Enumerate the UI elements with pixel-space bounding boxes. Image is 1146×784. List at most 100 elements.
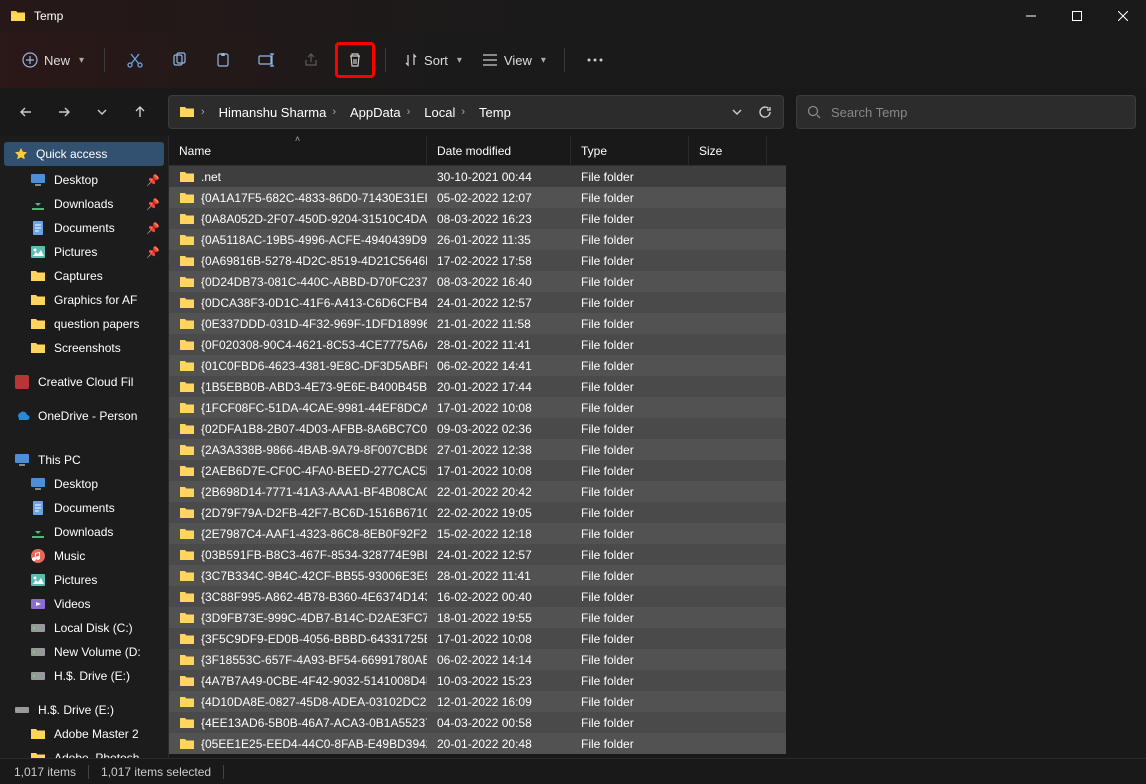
breadcrumb-item[interactable]: Himanshu Sharma› (213, 96, 344, 128)
sidebar-item[interactable]: OneDrive - Person (0, 404, 168, 428)
disk-icon (30, 644, 46, 660)
sidebar-item[interactable]: Videos (0, 592, 168, 616)
sidebar-item[interactable]: Documents (0, 496, 168, 520)
breadcrumb-item[interactable]: AppData› (344, 96, 418, 128)
column-date[interactable]: Date modified (427, 136, 571, 165)
table-row[interactable]: {2AEB6D7E-CF0C-4FA0-BEED-277CAC5E3... 17… (169, 460, 786, 481)
breadcrumb-item[interactable]: Temp (473, 96, 517, 128)
sidebar-item[interactable]: Creative Cloud Fil (0, 370, 168, 394)
table-row[interactable]: {3F18553C-657F-4A93-BF54-66991780AE6... … (169, 649, 786, 670)
chevron-down-icon: ▾ (541, 55, 546, 66)
share-button[interactable] (291, 42, 331, 78)
address-dropdown[interactable] (723, 107, 751, 117)
refresh-button[interactable] (751, 105, 779, 119)
chevron-down-icon: ▾ (79, 55, 84, 66)
table-row[interactable]: {3C7B334C-9B4C-42CF-BB55-93006E3E9... 28… (169, 565, 786, 586)
forward-button[interactable] (48, 96, 80, 128)
window-title: Temp (34, 9, 1008, 23)
up-button[interactable] (124, 96, 156, 128)
column-name[interactable]: Name ˄ (169, 136, 427, 165)
table-row[interactable]: {0A1A17F5-682C-4833-86D0-71430E31EF... 0… (169, 187, 786, 208)
folder-icon (179, 568, 195, 584)
folder-icon (179, 526, 195, 542)
folder-icon (179, 274, 195, 290)
more-button[interactable] (575, 42, 615, 78)
sidebar-item[interactable]: H.$. Drive (E:) (0, 664, 168, 688)
sidebar-item[interactable]: Pictures (0, 568, 168, 592)
sidebar-item[interactable]: Captures (0, 264, 168, 288)
rename-button[interactable] (247, 42, 287, 78)
sidebar-item[interactable]: Adobe Master 2 (0, 722, 168, 746)
file-list[interactable]: .net 30-10-2021 00:44 File folder {0A1A1… (169, 166, 786, 758)
sidebar-item[interactable]: Pictures📌 (0, 240, 168, 264)
table-row[interactable]: {0D24DB73-081C-440C-ABBD-D70FC2371... 08… (169, 271, 786, 292)
back-button[interactable] (10, 96, 42, 128)
document-icon (30, 220, 46, 236)
sidebar-item[interactable]: Desktop📌 (0, 168, 168, 192)
breadcrumb-item[interactable]: Local› (418, 96, 473, 128)
document-icon (30, 500, 46, 516)
table-row[interactable]: {0A69816B-5278-4D2C-8519-4D21C5646B... 1… (169, 250, 786, 271)
onedrive-icon (14, 408, 30, 424)
folder-icon (179, 715, 195, 731)
table-row[interactable]: {4EE13AD6-5B0B-46A7-ACA3-0B1A55237... 04… (169, 712, 786, 733)
table-row[interactable]: {01C0FBD6-4623-4381-9E8C-DF3D5ABF8... 06… (169, 355, 786, 376)
table-row[interactable]: {03B591FB-B8C3-467F-8534-328774E9BD... 2… (169, 544, 786, 565)
address-bar[interactable]: › Himanshu Sharma› AppData› Local› Temp (168, 95, 784, 129)
table-row[interactable]: {05EE1E25-EED4-44C0-8FAB-E49BD39420... 2… (169, 733, 786, 754)
table-row[interactable]: {3D9FB73E-999C-4DB7-B14C-D2AE3FC7A... 18… (169, 607, 786, 628)
column-type[interactable]: Type (571, 136, 689, 165)
table-row[interactable]: {1B5EBB0B-ABD3-4E73-9E6E-B400B45B1... 20… (169, 376, 786, 397)
status-selected: 1,017 items selected (101, 765, 211, 779)
sidebar-item[interactable]: question papers (0, 312, 168, 336)
maximize-button[interactable] (1054, 0, 1100, 32)
table-row[interactable]: {0F020308-90C4-4621-8C53-4CE7775A6A... 2… (169, 334, 786, 355)
recent-button[interactable] (86, 96, 118, 128)
table-row[interactable]: {4A7B7A49-0CBE-4F42-9032-5141008D4D... 1… (169, 670, 786, 691)
picture-icon (30, 244, 46, 260)
picture-icon (30, 572, 46, 588)
sidebar-item[interactable]: Local Disk (C:) (0, 616, 168, 640)
table-row[interactable]: {02DFA1B8-2B07-4D03-AFBB-8A6BC7C0... 09-… (169, 418, 786, 439)
table-row[interactable]: {4D10DA8E-0827-45D8-ADEA-03102DC2... 12-… (169, 691, 786, 712)
table-row[interactable]: {3C88F995-A862-4B78-B360-4E6374D143... 1… (169, 586, 786, 607)
table-row[interactable]: {1FCF08FC-51DA-4CAE-9981-44EF8DCA5... 17… (169, 397, 786, 418)
table-row[interactable]: {0A5118AC-19B5-4996-ACFE-4940439D9... 26… (169, 229, 786, 250)
sidebar-item[interactable]: Music (0, 544, 168, 568)
paste-button[interactable] (203, 42, 243, 78)
this-pc[interactable]: This PC (0, 448, 168, 472)
table-row[interactable]: {0DCA38F3-0D1C-41F6-A413-C6D6CFB4... 24-… (169, 292, 786, 313)
table-row[interactable]: {2D79F79A-D2FB-42F7-BC6D-1516B6710... 22… (169, 502, 786, 523)
table-row[interactable]: {2E7987C4-AAF1-4323-86C8-8EB0F92F23... 1… (169, 523, 786, 544)
column-size[interactable]: Size (689, 136, 767, 165)
sidebar-item[interactable]: Documents📌 (0, 216, 168, 240)
table-row[interactable]: {0E337DDD-031D-4F32-969F-1DFD189964... 2… (169, 313, 786, 334)
table-row[interactable]: {2A3A338B-9866-4BAB-9A79-8F007CBD8... 27… (169, 439, 786, 460)
trash-icon (347, 52, 363, 68)
close-button[interactable] (1100, 0, 1146, 32)
drive-expanded[interactable]: H.$. Drive (E:) (0, 698, 168, 722)
table-row[interactable]: {2B698D14-7771-41A3-AAA1-BF4B08CA0... 22… (169, 481, 786, 502)
folder-icon (179, 736, 195, 752)
minimize-button[interactable] (1008, 0, 1054, 32)
sidebar-item[interactable]: Downloads (0, 520, 168, 544)
sidebar-item[interactable]: Downloads📌 (0, 192, 168, 216)
search-input[interactable]: Search Temp (796, 95, 1136, 129)
delete-button[interactable] (335, 42, 375, 78)
folder-icon (30, 726, 46, 742)
table-row[interactable]: .net 30-10-2021 00:44 File folder (169, 166, 786, 187)
copy-button[interactable] (159, 42, 199, 78)
quick-access[interactable]: Quick access (4, 142, 164, 166)
table-row[interactable]: {0A8A052D-2F07-450D-9204-31510C4DA... 08… (169, 208, 786, 229)
view-button[interactable]: View ▾ (474, 42, 554, 78)
sidebar-item[interactable]: Adobe_Photosh (0, 746, 168, 758)
sidebar-item[interactable]: New Volume (D: (0, 640, 168, 664)
sidebar-item[interactable]: Screenshots (0, 336, 168, 360)
sidebar-item[interactable]: Graphics for AF (0, 288, 168, 312)
new-button[interactable]: New ▾ (12, 42, 94, 78)
breadcrumb-root[interactable]: › (173, 96, 213, 128)
cut-button[interactable] (115, 42, 155, 78)
table-row[interactable]: {3F5C9DF9-ED0B-4056-BBBD-64331725E5... 1… (169, 628, 786, 649)
sort-button[interactable]: Sort ▾ (396, 42, 470, 78)
sidebar-item[interactable]: Desktop (0, 472, 168, 496)
